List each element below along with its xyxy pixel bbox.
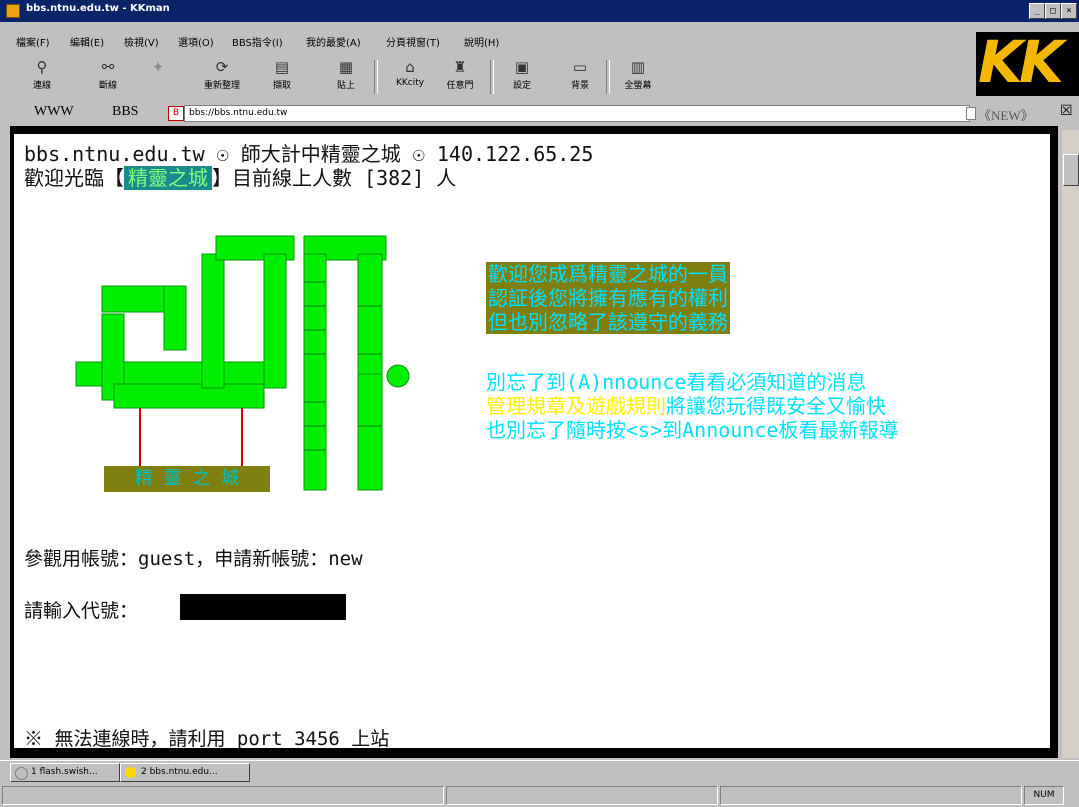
kkcity-button[interactable]: ⌂ KKcity [388,56,432,100]
new-label[interactable]: 《NEW》 [978,105,1034,124]
bulb-icon [125,767,136,778]
welcome-line: 歡迎光臨【 精靈之城 】目前線上人數 [382] 人 [24,166,457,190]
refresh-button[interactable]: ⟳ 重新整理 [200,56,244,100]
login-prompt: 請輸入代號： [24,600,139,622]
paste-button[interactable]: ▦ 貼上 [324,56,368,100]
menu-favorites[interactable]: 我的最愛(A) [306,34,361,49]
toolbar: ⚲ 連線 ⚯ 斷線 ✦ ⟳ 重新整理 ▤ 擷取 ▦ 貼上 ⌂ KKcity ♜ 任意門 ▣ 設定… [6,56,966,100]
terminal-screen[interactable]: bbs.ntnu.edu.tw ☉ 師大計中精靈之城 ☉ 140.122.65.… [14,134,1050,748]
refresh-icon: ⟳ [215,58,229,76]
globe-icon [15,767,28,780]
status-bar: NUM [0,784,1079,807]
kk-logo: KK [976,28,1079,96]
tab-bbs[interactable]: 2 bbs.ntnu.edu... [120,763,250,782]
logo-caption: 精 靈 之 城 [104,466,270,492]
settings-button[interactable]: ▣ 設定 [500,56,544,100]
anywhere-door-button[interactable]: ♜ 任意門 [438,56,482,100]
vertical-scrollbar[interactable] [1062,130,1079,758]
menu-file[interactable]: 檔案(F) [16,34,50,49]
elf-city-logo [75,235,410,491]
maximize-button[interactable]: □ [1045,3,1061,19]
connect-button[interactable]: ⚲ 連線 [20,56,64,100]
address-bar: WWW BBS B bbs://bbs.ntnu.edu.tw 《NEW》 ☒ [0,102,1079,124]
address-input[interactable]: bbs://bbs.ntnu.edu.tw [184,105,970,122]
menu-view[interactable]: 檢視(V) [124,34,159,49]
menu-bar: 檔案(F) 編輯(E) 檢視(V) 選項(O) BBS指令(I) 我的最愛(A)… [0,34,970,52]
fullscreen-button[interactable]: ▥ 全螢幕 [616,56,660,100]
minimize-button[interactable]: _ [1029,3,1045,19]
home-icon: ⌂ [405,58,415,76]
login-input[interactable] [180,594,346,620]
status-panel [446,786,718,805]
menu-bbs[interactable]: BBS指令(I) [232,34,283,49]
door-icon: ♜ [453,58,467,76]
tab-bar: 1 flash.swish... 2 bbs.ntnu.edu... [0,760,1079,783]
disconnect-icon: ⚯ [101,58,115,76]
menu-options[interactable]: 選項(O) [178,34,214,49]
capture-icon: ▤ [274,58,290,76]
status-panel [720,786,1022,805]
bbs-site-icon: B [168,106,184,121]
capture-button[interactable]: ▤ 擷取 [260,56,304,100]
notice-line: 歡迎您成爲精靈之城的一員 [488,262,728,286]
menu-help[interactable]: 說明(H) [464,34,499,49]
dropdown-arrow-icon[interactable] [966,107,976,120]
notice-box: 歡迎您成爲精靈之城的一員 認証後您將擁有應有的權利 但也別忽略了該遵守的義務 [486,262,730,334]
plug-icon: ⚲ [36,58,48,76]
paste-icon: ▦ [338,58,354,76]
www-mode-button[interactable]: WWW [34,104,74,120]
notice-line: 認証後您將擁有應有的權利 [488,286,728,310]
faded-icon: ✦ [151,58,165,76]
site-name-badge: 精靈之城 [124,166,212,190]
num-lock-indicator: NUM [1024,786,1064,805]
menu-tabs[interactable]: 分頁視窗(T) [386,34,440,49]
disconnect-button[interactable]: ⚯ 斷線 [86,56,130,100]
footer-line: ※ 無法連線時，請利用 port 3456 上站 [24,728,390,748]
menu-edit[interactable]: 編輯(E) [70,34,104,49]
scrollbar-thumb[interactable] [1063,154,1079,186]
background-icon: ▭ [572,58,588,76]
background-button[interactable]: ▭ 背景 [558,56,602,100]
guest-info: 參觀用帳號：guest，申請新帳號：new [24,548,363,570]
settings-icon: ▣ [514,58,530,76]
close-button[interactable]: × [1061,3,1077,19]
title-bar[interactable]: bbs.ntnu.edu.tw - KKman _ □ × [0,0,1079,22]
bbs-mode-button[interactable]: BBS [112,104,138,120]
info-line-board: 也別忘了隨時按<s>到Announce板看最新報導 [486,418,899,442]
notice-line: 但也別忽略了該遵守的義務 [488,310,728,334]
close-tab-icon[interactable]: ☒ [1060,104,1074,118]
disabled-button[interactable]: ✦ [136,56,180,100]
tab-flash[interactable]: 1 flash.swish... [10,763,120,782]
status-panel [2,786,444,805]
fullscreen-icon: ▥ [630,58,646,76]
window-title: bbs.ntnu.edu.tw - KKman [26,3,170,14]
app-icon [6,4,20,18]
